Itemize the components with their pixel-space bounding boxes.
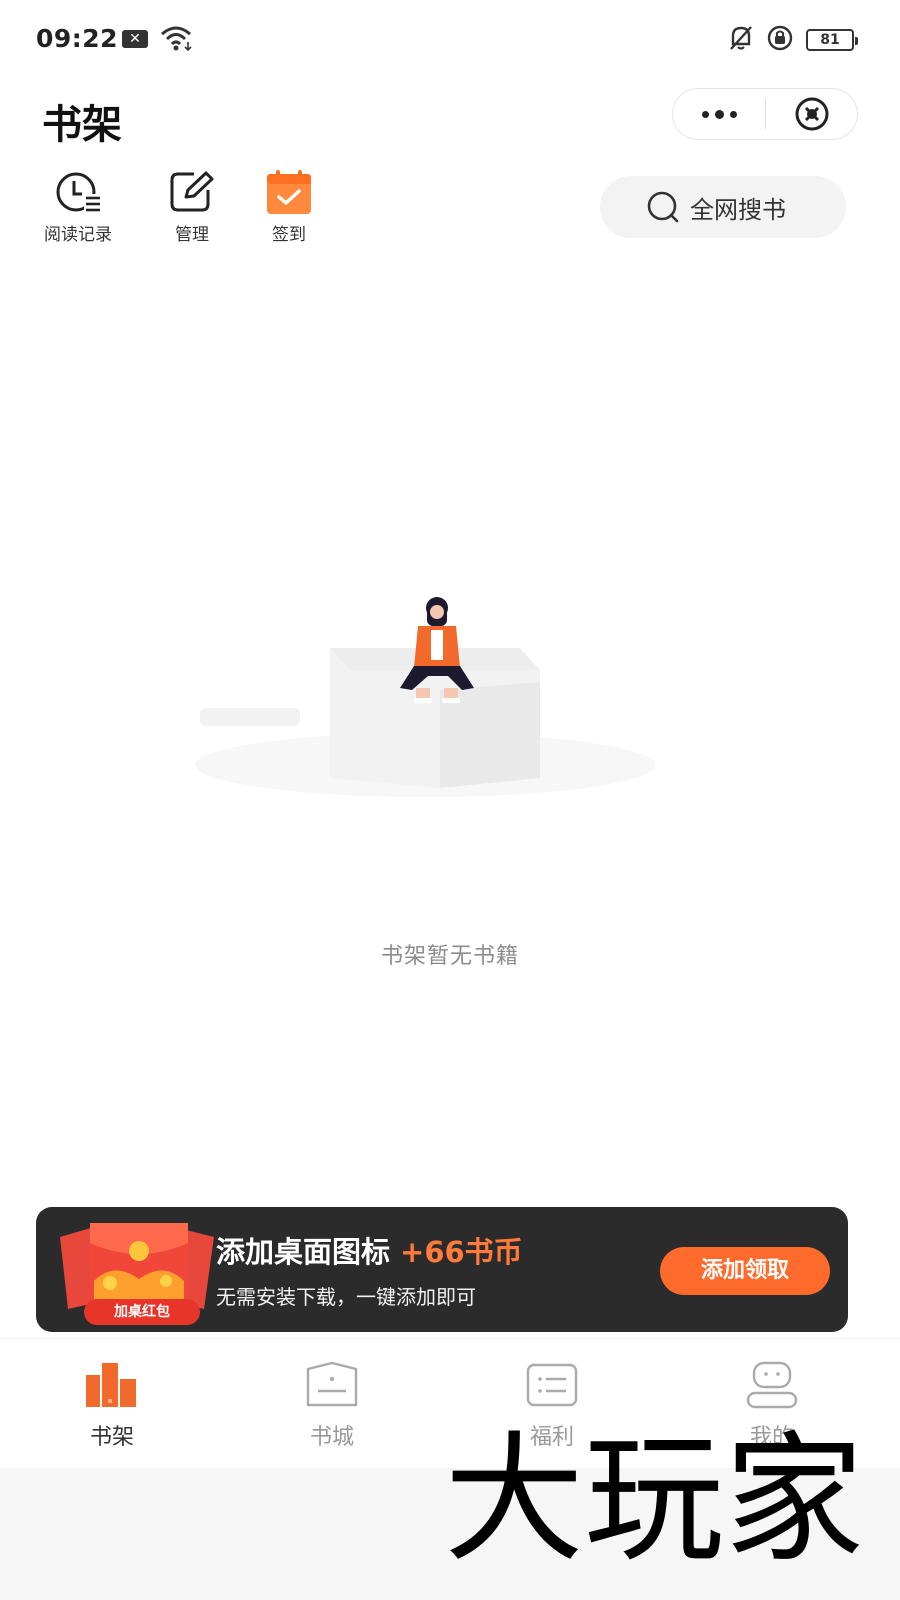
- tool-label: 管理: [175, 225, 209, 245]
- close-circle-icon: [795, 97, 828, 131]
- clock-list-icon: [54, 170, 102, 214]
- status-bar: 09:22 ✕ 81: [0, 0, 900, 80]
- bookstore-icon: [304, 1361, 360, 1409]
- add-desktop-icon-banner[interactable]: 加桌红包 添加桌面图标 +66书币 无需安装下载，一键添加即可 添加领取: [36, 1207, 848, 1332]
- mini-program-capsule: [672, 88, 858, 140]
- watermark-text-picture: 大玩家: [444, 1419, 864, 1582]
- claim-button[interactable]: 添加领取: [660, 1247, 830, 1295]
- tab-label: 书城: [309, 1425, 354, 1450]
- edit-icon: [168, 170, 216, 214]
- checkin-button[interactable]: 签到: [239, 170, 339, 245]
- more-dot-icon: [714, 109, 724, 119]
- page-title: 书架: [42, 102, 122, 148]
- calendar-check-icon: [265, 170, 313, 214]
- x-notification-icon: ✕: [122, 30, 148, 48]
- more-dot-icon: [701, 110, 709, 118]
- manage-button[interactable]: 管理: [142, 170, 242, 245]
- promo-title-text: 添加桌面图标: [216, 1235, 391, 1269]
- watermark-logo: 大玩家: [440, 1398, 890, 1582]
- bookshelf-icon: [84, 1361, 140, 1409]
- tool-label: 签到: [272, 225, 306, 245]
- battery-icon: 81: [806, 29, 858, 51]
- promo-subtitle: 无需安装下载，一键添加即可: [216, 1285, 476, 1309]
- wifi-icon: [160, 24, 196, 56]
- tool-label: 阅读记录: [44, 225, 112, 245]
- more-dot-icon: [729, 110, 737, 118]
- reading-history-button[interactable]: 阅读记录: [28, 170, 128, 245]
- search-label: 全网搜书: [690, 195, 786, 224]
- svg-text:大玩家: 大玩家: [444, 1419, 864, 1578]
- empty-state-illustration: [190, 590, 660, 810]
- status-right-group: 81: [728, 24, 858, 56]
- tab-bookstore[interactable]: 书城: [272, 1361, 392, 1451]
- red-envelope-icon: 加桌红包: [54, 1221, 224, 1325]
- search-icon: [647, 191, 679, 223]
- mute-bell-icon: [728, 24, 754, 56]
- close-button[interactable]: [766, 89, 857, 139]
- search-books-button[interactable]: 全网搜书: [600, 176, 846, 238]
- promo-coins: +66书币: [400, 1235, 523, 1269]
- more-button[interactable]: [673, 89, 765, 139]
- empty-shelf-message: 书架暂无书籍: [380, 944, 519, 969]
- tab-bookshelf[interactable]: 书架: [52, 1361, 172, 1451]
- tab-label: 书架: [89, 1425, 134, 1450]
- status-time: 09:22: [36, 24, 119, 53]
- rotation-lock-icon: [766, 24, 794, 56]
- promo-title: 添加桌面图标 +66书币: [216, 1229, 523, 1271]
- promo-art-label: 加桌红包: [84, 1299, 200, 1325]
